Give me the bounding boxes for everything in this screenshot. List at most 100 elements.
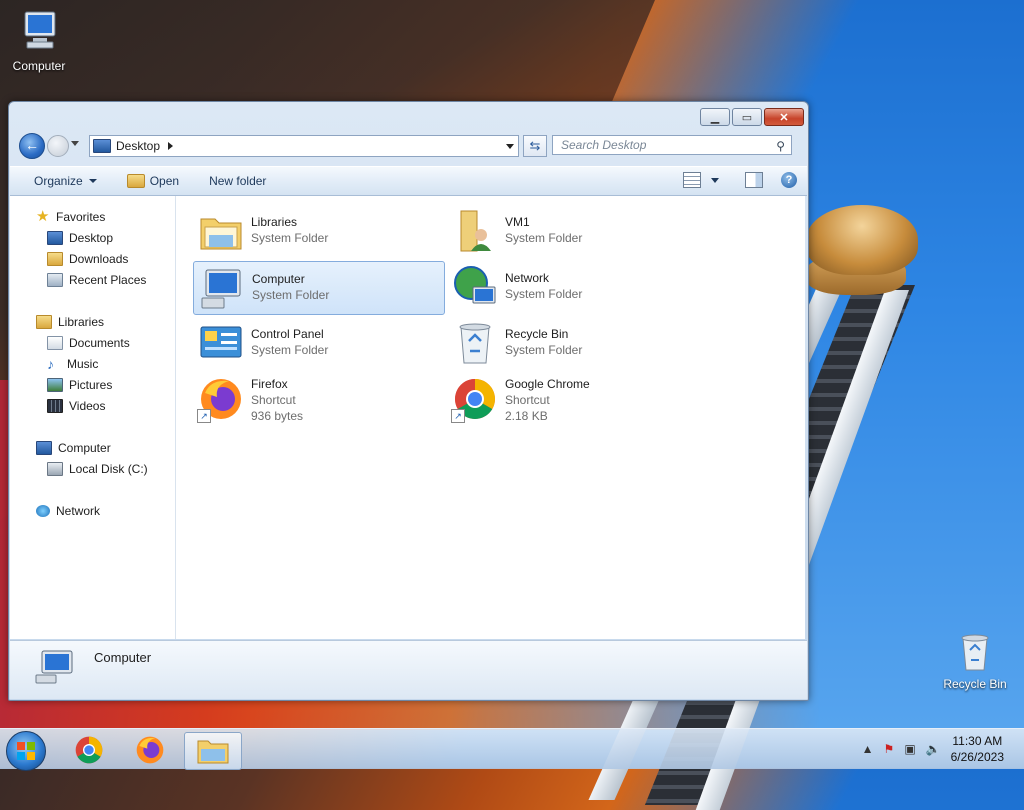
item-name: VM1 — [505, 215, 530, 229]
recent-pages-dropdown[interactable] — [71, 141, 79, 146]
recent-places-icon — [47, 272, 63, 287]
address-location[interactable]: Desktop — [116, 139, 160, 153]
nav-label: Pictures — [69, 377, 113, 392]
nav-videos[interactable]: Videos — [10, 395, 175, 416]
help-icon[interactable]: ? — [781, 172, 797, 188]
new-folder-button[interactable]: New folder — [209, 174, 266, 188]
nav-label: Videos — [69, 398, 106, 413]
nav-downloads[interactable]: Downloads — [10, 248, 175, 269]
file-item[interactable]: ↗ Google Chrome Shortcut 2.18 KB — [447, 373, 697, 429]
taskbar-firefox[interactable] — [122, 732, 178, 768]
network-group: Network — [10, 500, 175, 521]
libraries-group: Libraries Documents ♪ Music Pictures Vid… — [10, 311, 175, 416]
nav-label: Local Disk (C:) — [69, 461, 148, 476]
firefox-icon-wrap: ↗ — [197, 375, 245, 423]
clock-time: 11:30 AM — [952, 734, 1003, 748]
search-icon[interactable]: ⚲ — [776, 139, 785, 153]
nav-pictures[interactable]: Pictures — [10, 374, 175, 395]
file-item[interactable]: Libraries System Folder — [193, 205, 443, 257]
nav-label: Documents — [69, 335, 130, 350]
desktop-icon-label: Recycle Bin — [943, 677, 1007, 691]
start-button[interactable] — [6, 731, 46, 771]
explorer-window: ▁ ▭ ✕ ← Desktop ⇆ Search Desktop ⚲ Organ… — [8, 101, 809, 701]
open-button[interactable]: Open — [126, 174, 180, 188]
item-name: Firefox — [251, 377, 288, 391]
wallpaper-needle-top — [806, 205, 918, 275]
item-name: Network — [505, 271, 550, 285]
toolbar-right: ? — [683, 172, 797, 188]
minimize-button[interactable]: ▁ — [700, 108, 730, 126]
desktop-icon-recycle-bin[interactable]: Recycle Bin — [940, 630, 1010, 691]
hard-drive-icon — [47, 461, 63, 476]
computer-icon — [201, 269, 241, 309]
details-pane: Computer — [10, 640, 807, 699]
item-name: Control Panel — [251, 327, 324, 341]
close-button[interactable]: ✕ — [764, 108, 804, 126]
nav-label: Libraries — [58, 314, 105, 329]
file-item[interactable]: Control Panel System Folder — [193, 317, 443, 369]
nav-desktop[interactable]: Desktop — [10, 227, 175, 248]
nav-computer[interactable]: Computer — [10, 437, 175, 458]
clock-date: 6/26/2023 — [950, 750, 1004, 764]
file-item[interactable]: ↗ Firefox Shortcut 936 bytes — [193, 373, 443, 429]
breadcrumb-chevron-icon[interactable] — [168, 142, 174, 150]
nav-recent-places[interactable]: Recent Places — [10, 269, 175, 290]
action-center-icon[interactable]: ⚑ — [884, 742, 895, 756]
navigation-bar: ← Desktop ⇆ Search Desktop ⚲ — [17, 132, 800, 160]
show-hidden-icons-icon[interactable]: ▲ — [862, 742, 874, 756]
file-item-selected[interactable]: Computer System Folder — [193, 261, 445, 315]
taskbar-chrome[interactable] — [61, 732, 117, 768]
address-dropdown-icon[interactable] — [506, 144, 514, 149]
explorer-icon — [197, 740, 229, 764]
nav-label: Desktop — [69, 230, 114, 245]
forward-button[interactable] — [47, 135, 69, 157]
command-bar: Organize Open New folder ? — [10, 166, 807, 196]
search-input[interactable]: Search Desktop ⚲ — [552, 135, 792, 155]
nav-documents[interactable]: Documents — [10, 332, 175, 353]
nav-libraries[interactable]: Libraries — [10, 311, 175, 332]
folder-icon — [126, 174, 145, 188]
refresh-button[interactable]: ⇆ — [523, 135, 547, 157]
nav-favorites[interactable]: ★ Favorites — [10, 206, 175, 227]
item-type: System Folder — [505, 343, 583, 357]
recycle-bin-icon — [459, 323, 491, 364]
libraries-icon — [36, 314, 52, 329]
maximize-button[interactable]: ▭ — [732, 108, 762, 126]
shortcut-arrow-icon: ↗ — [197, 409, 211, 423]
preview-pane-icon[interactable] — [745, 172, 763, 188]
volume-muted-icon[interactable]: 🔈 — [926, 742, 941, 756]
user-folder-icon — [460, 210, 491, 252]
item-type: System Folder — [505, 231, 583, 245]
item-size: 2.18 KB — [505, 409, 548, 423]
file-item[interactable]: Recycle Bin System Folder — [447, 317, 697, 369]
change-view-icon[interactable] — [683, 172, 701, 188]
item-type: System Folder — [251, 231, 329, 245]
details-label: Computer — [94, 650, 152, 665]
file-item[interactable]: Network System Folder — [447, 261, 697, 313]
item-type: System Folder — [251, 343, 329, 357]
computer-icon — [24, 11, 56, 49]
computer-group: Computer Local Disk (C:) — [10, 437, 175, 479]
open-label: Open — [149, 174, 180, 188]
nav-network[interactable]: Network — [10, 500, 175, 521]
address-bar[interactable]: Desktop — [89, 135, 519, 157]
new-folder-label: New folder — [209, 174, 267, 188]
desktop-icon — [47, 230, 63, 245]
music-icon: ♪ — [47, 355, 54, 372]
view-options-dropdown[interactable] — [711, 177, 719, 183]
organize-button[interactable]: Organize — [34, 174, 97, 188]
taskbar-explorer[interactable] — [184, 732, 242, 770]
desktop-icon-computer[interactable]: Computer — [4, 8, 74, 73]
nav-music[interactable]: ♪ Music — [10, 353, 175, 374]
firefox-icon — [136, 736, 164, 764]
item-name: Recycle Bin — [505, 327, 569, 341]
search-placeholder: Search Desktop — [561, 138, 647, 152]
network-status-icon[interactable]: ▣ — [904, 742, 915, 756]
back-button[interactable]: ← — [19, 133, 45, 159]
libraries-icon — [200, 218, 242, 250]
nav-local-disk[interactable]: Local Disk (C:) — [10, 458, 175, 479]
nav-label: Favorites — [56, 209, 106, 224]
item-type: Shortcut — [251, 393, 296, 407]
clock[interactable]: 11:30 AM 6/26/2023 — [951, 733, 1004, 765]
file-item[interactable]: VM1 System Folder — [447, 205, 697, 257]
